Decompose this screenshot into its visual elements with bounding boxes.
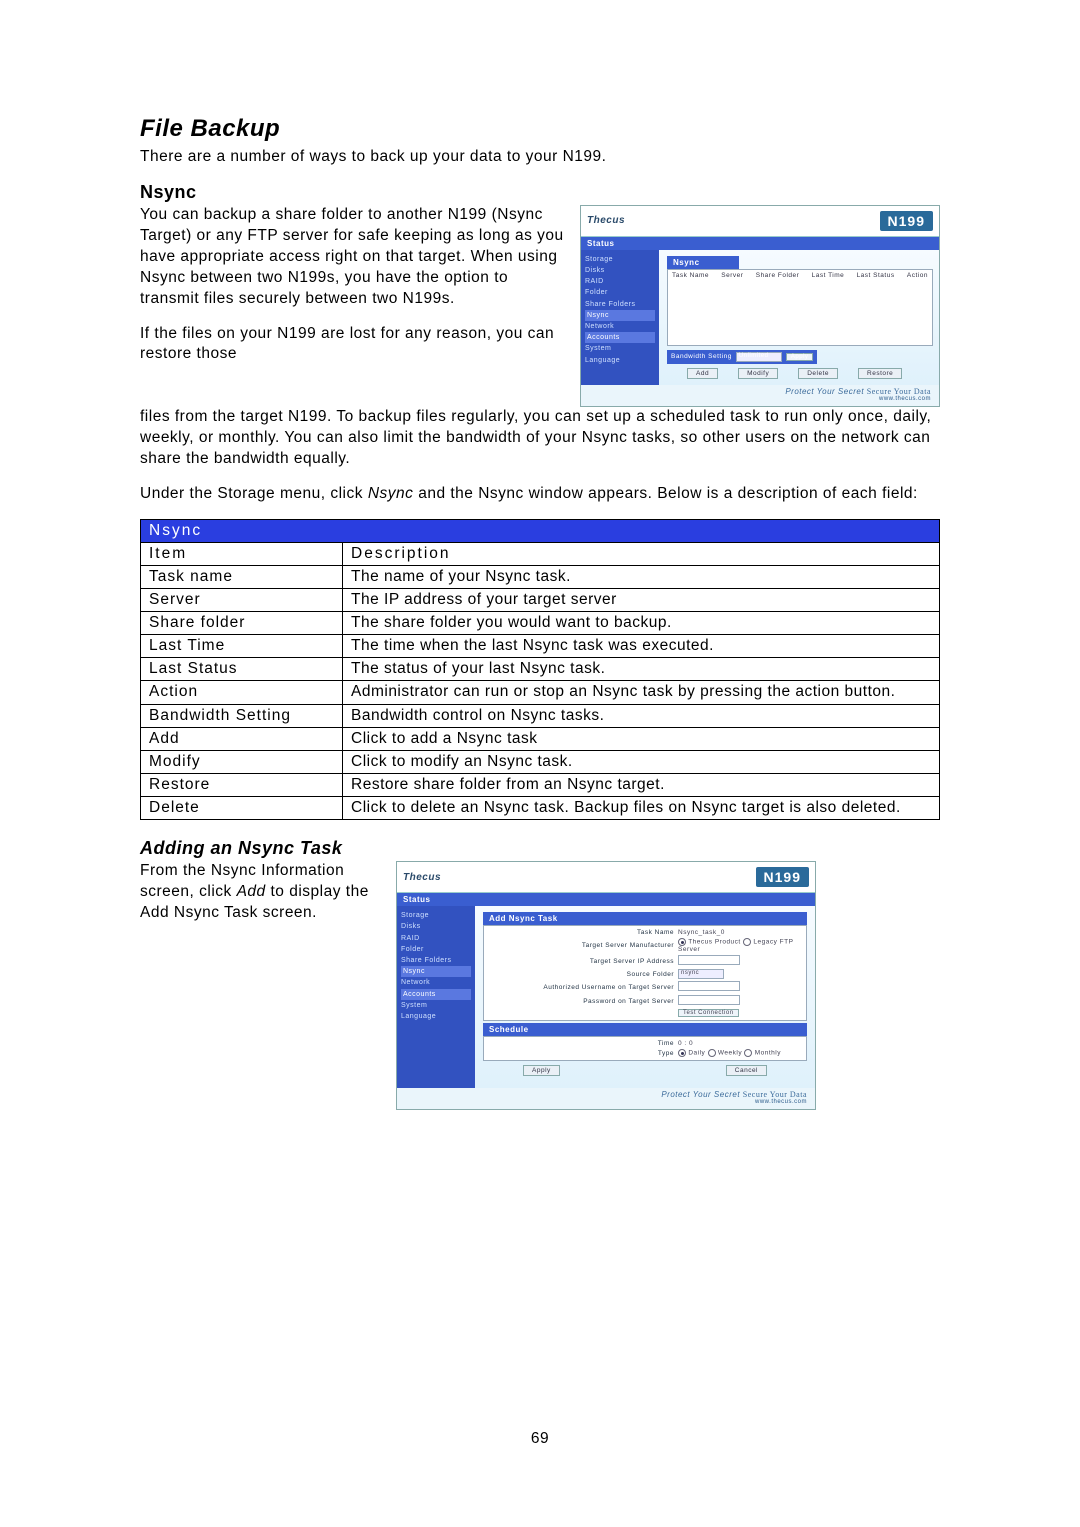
restore-button[interactable]: Restore: [858, 368, 902, 379]
add-button[interactable]: Add: [687, 368, 718, 379]
brand-badge: N199: [756, 867, 809, 887]
test-connection-button[interactable]: Test Connection: [678, 1009, 739, 1017]
cancel-button[interactable]: Cancel: [726, 1065, 767, 1076]
heading-add-task: Adding an Nsync Task: [140, 838, 940, 859]
delete-button[interactable]: Delete: [798, 368, 838, 379]
menubar: Status: [581, 237, 939, 250]
password-input[interactable]: [678, 995, 740, 1005]
screenshot-nsync-list: Thecus N199 Status Storage Disks RAID Fo…: [580, 205, 940, 407]
panel-schedule-title: Schedule: [483, 1023, 807, 1036]
bandwidth-apply-button[interactable]: Apply: [786, 353, 814, 361]
menubar: Status: [397, 893, 815, 906]
panel-add-title: Add Nsync Task: [483, 912, 807, 925]
mfg-thecus-radio[interactable]: [678, 938, 686, 946]
table-title: Nsync: [141, 519, 940, 542]
brand-badge: N199: [880, 211, 933, 231]
screenshot-add-nsync-task: Thecus N199 Status Storage Disks RAID Fo…: [396, 861, 816, 1110]
modify-button[interactable]: Modify: [738, 368, 778, 379]
nsync-p3: Under the Storage menu, click Nsync and …: [140, 484, 940, 505]
type-weekly-radio[interactable]: [708, 1049, 716, 1057]
p-file-backup-intro: There are a number of ways to back up yo…: [140, 147, 940, 168]
auth-user-input[interactable]: [678, 981, 740, 991]
heading-file-backup: File Backup: [140, 115, 940, 143]
heading-nsync: Nsync: [140, 182, 940, 203]
apply-button[interactable]: Apply: [523, 1065, 560, 1076]
mfg-ftp-radio[interactable]: [743, 938, 751, 946]
sidebar: Storage Disks RAID Folder Share Folders …: [397, 906, 475, 1088]
add-task-p: From the Nsync Information screen, click…: [140, 861, 380, 924]
target-ip-input[interactable]: [678, 955, 740, 965]
sidebar: Storage Disks RAID Folder Share Folders …: [581, 250, 659, 385]
col-item: Item: [141, 542, 343, 565]
logo: Thecus: [587, 215, 625, 226]
bandwidth-select[interactable]: Unlimited: [736, 352, 782, 362]
nsync-definition-table: Nsync Item Description Task nameThe name…: [140, 519, 940, 821]
nsync-p2b: files from the target N199. To backup fi…: [140, 407, 940, 470]
page-number: 69: [140, 1430, 940, 1448]
time-select[interactable]: 0 : 0: [678, 1040, 798, 1047]
type-daily-radio[interactable]: [678, 1049, 686, 1057]
nsync-p2a: If the files on your N199 are lost for a…: [140, 324, 564, 366]
logo: Thecus: [403, 872, 441, 883]
col-desc: Description: [343, 542, 940, 565]
nsync-p1: You can backup a share folder to another…: [140, 205, 564, 310]
source-folder-select[interactable]: nsync: [678, 969, 724, 979]
panel-title: Nsync: [667, 256, 739, 269]
type-monthly-radio[interactable]: [744, 1049, 752, 1057]
task-name-input[interactable]: Nsync_task_0: [678, 929, 798, 936]
